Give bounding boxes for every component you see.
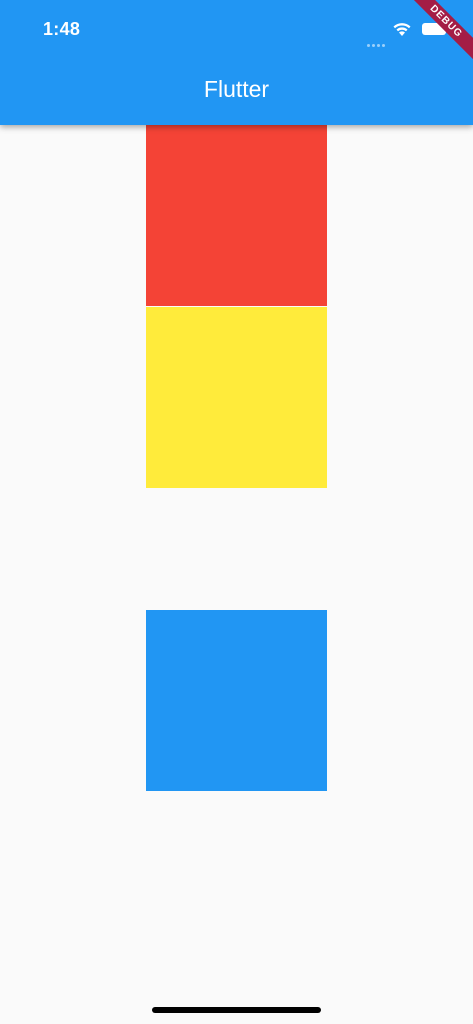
app-bar: 1:48 Flutter <box>0 0 473 125</box>
red-box <box>146 125 327 306</box>
page-title: Flutter <box>203 76 270 102</box>
yellow-box <box>146 307 327 488</box>
home-indicator[interactable] <box>152 1007 321 1013</box>
blue-box <box>146 610 327 791</box>
status-bar: 1:48 <box>0 0 473 60</box>
app-screen: 1:48 Flutter DEBUG <box>0 0 473 1024</box>
cellular-signal-icon <box>367 34 387 47</box>
wifi-icon <box>393 23 411 36</box>
status-time: 1:48 <box>43 19 81 39</box>
